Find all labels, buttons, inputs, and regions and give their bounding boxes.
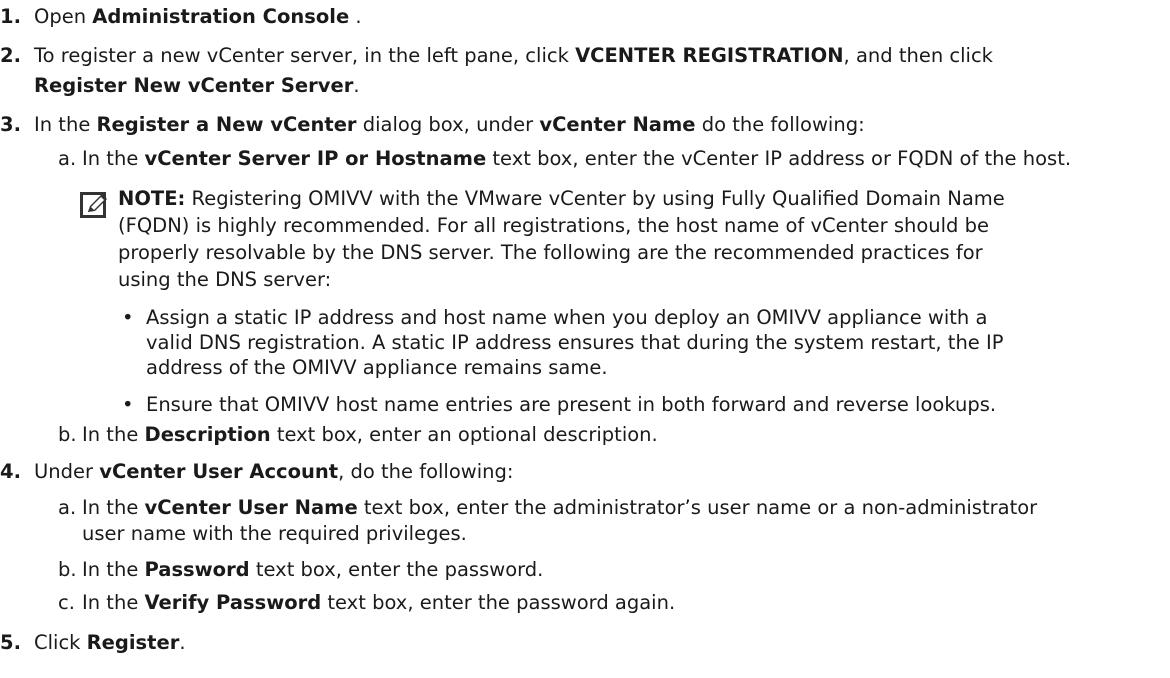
step-number: 1. (0, 5, 21, 28)
substep-text: In the vCenter Server IP or Hostname tex… (82, 147, 1072, 170)
note-bullet-1-line-3: address of the OMIVV appliance remains s… (146, 356, 608, 379)
step-text: In the Register a New vCenter dialog box… (34, 113, 865, 136)
note-line-3: properly resolvable by the DNS server. T… (118, 241, 983, 264)
note-line-1: NOTE: Registering OMIVV with the VMware … (118, 187, 1005, 210)
note-line-2: (FQDN) is highly recommended. For all re… (118, 214, 990, 237)
substep-text: In the Verify Password text box, enter t… (82, 591, 676, 614)
substep-text: In the vCenter User Name text box, enter… (82, 496, 1038, 519)
step-number: 2. (0, 44, 21, 67)
step-text: Under vCenter User Account, do the follo… (34, 460, 514, 483)
note-line-4: using the DNS server: (118, 268, 332, 291)
step-text: To register a new vCenter server, in the… (34, 44, 993, 67)
step-2-continued: Register New vCenter Server. (34, 74, 360, 97)
step-number: 3. (0, 113, 21, 136)
substep-4a-line-2: user name with the required privileges. (82, 522, 467, 545)
pencil-note-icon (80, 192, 107, 218)
procedure-document: 1. Open Administration Console . 2. To r… (0, 5, 1072, 654)
step-text: Click Register. (34, 631, 186, 654)
step-number: 4. (0, 460, 21, 483)
step-number: 5. (0, 631, 21, 654)
step-text: Open Administration Console . (34, 5, 362, 28)
substep-text: In the Description text box, enter an op… (82, 423, 658, 446)
note-label: NOTE: (118, 187, 186, 210)
substep-text: In the Password text box, enter the pass… (82, 558, 544, 581)
note-bullet-1-line-2: valid DNS registration. A static IP addr… (146, 331, 1004, 354)
